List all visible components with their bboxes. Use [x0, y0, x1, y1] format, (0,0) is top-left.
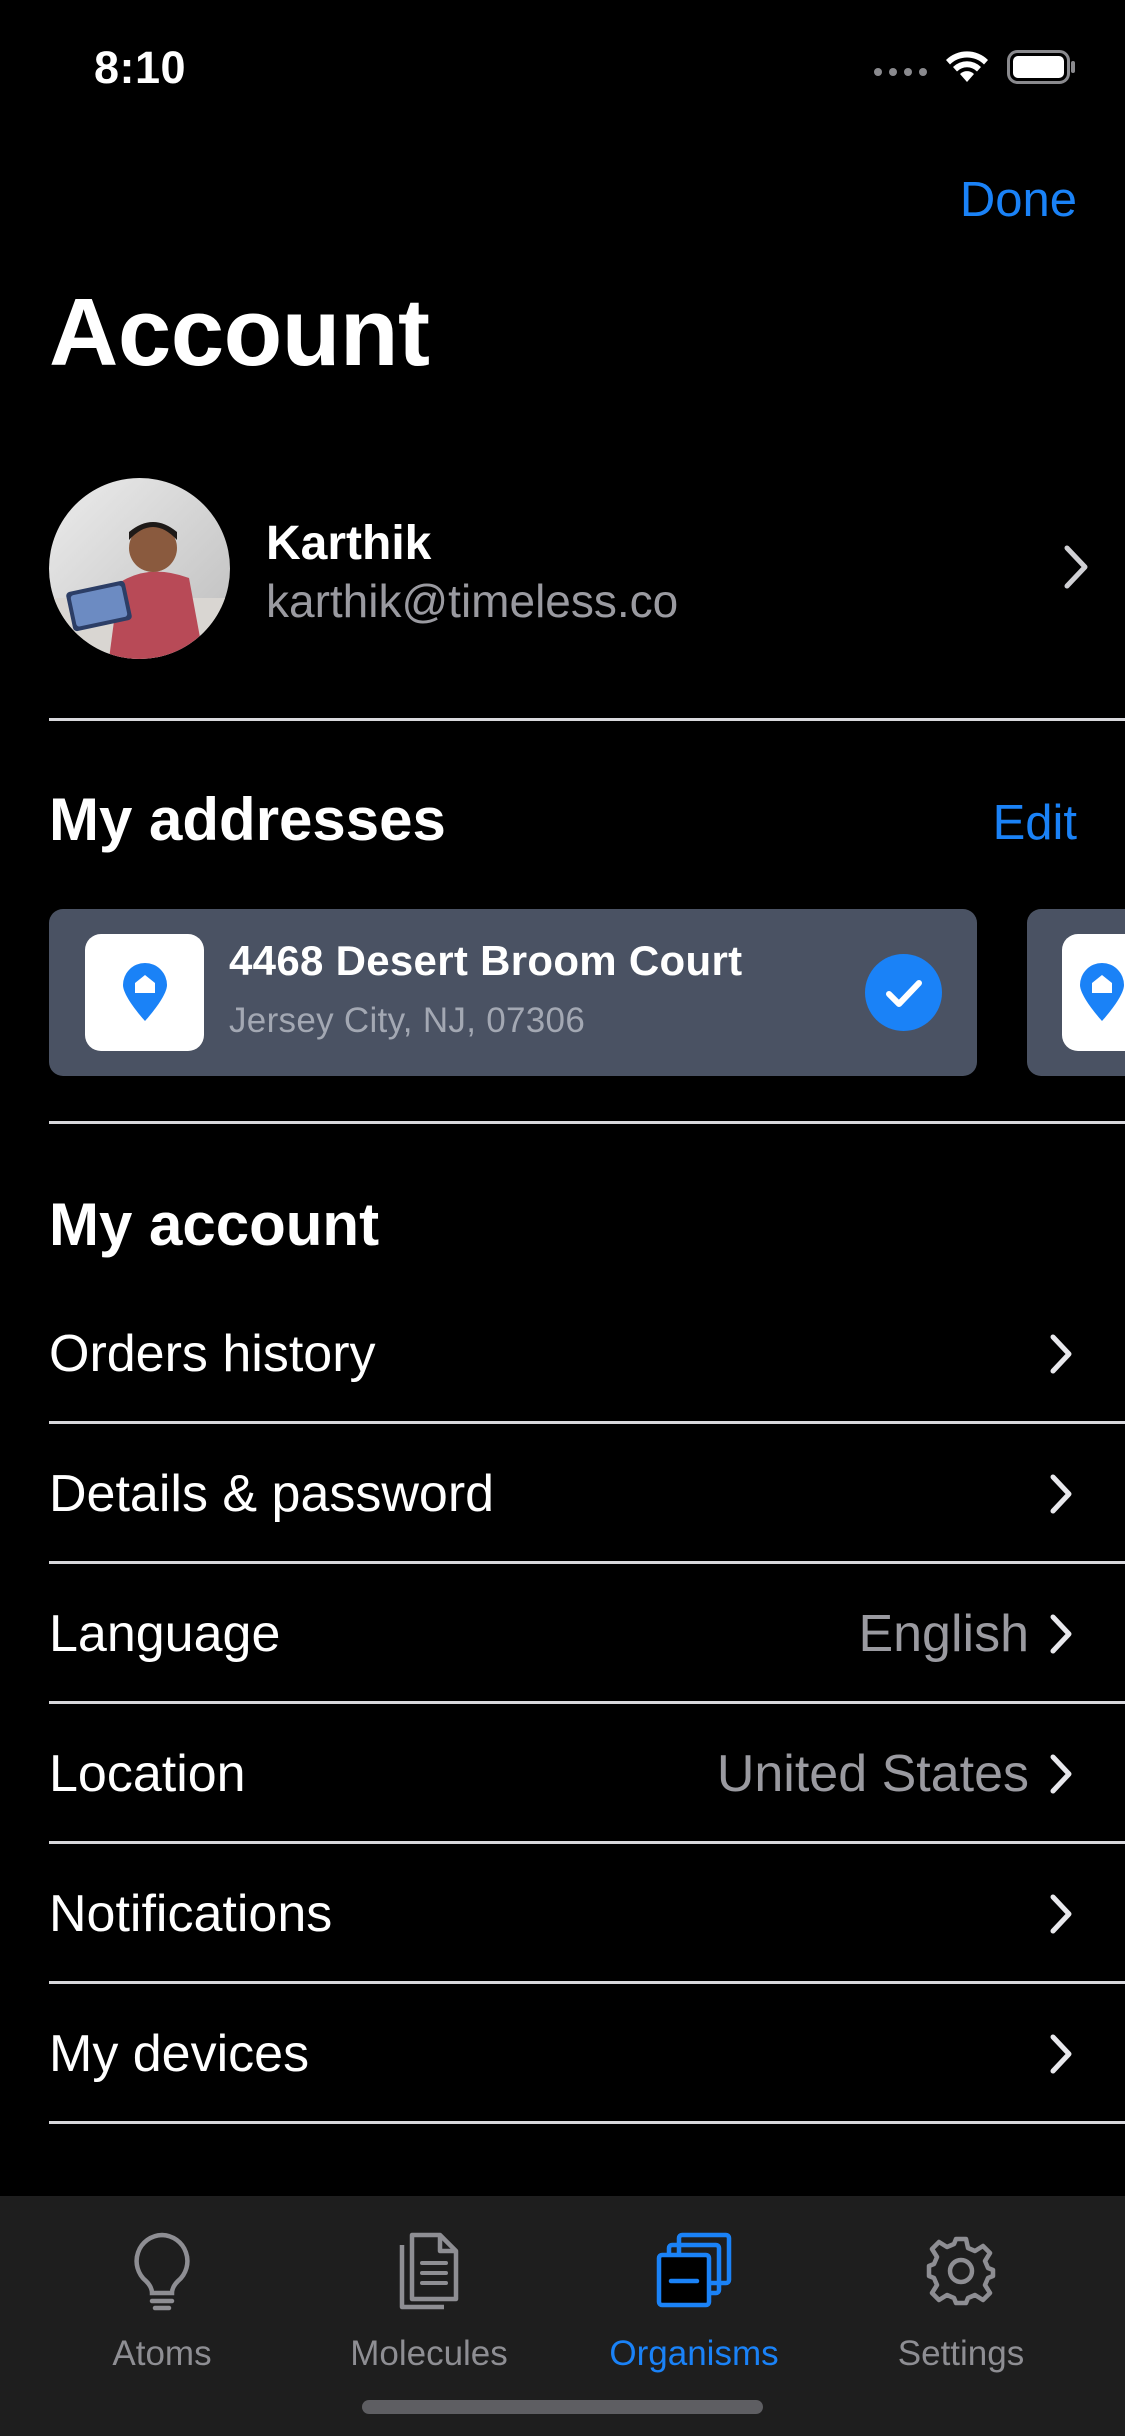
profile-email: karthik@timeless.co	[266, 575, 679, 627]
menu-item-location[interactable]: Location United States	[49, 1704, 1125, 1844]
address-card[interactable]: 4468 Desert Broom Court Jersey City, NJ,…	[49, 909, 977, 1076]
tab-atoms[interactable]: Atoms	[62, 2196, 262, 2396]
address-city: Jersey City, NJ, 07306	[229, 1001, 586, 1040]
divider	[49, 2121, 1125, 2124]
addresses-section-title: My addresses	[49, 786, 446, 853]
menu-item-label: Details & password	[49, 1465, 495, 1523]
home-pin-icon	[1079, 962, 1124, 1021]
chevron-right-icon	[1050, 1614, 1072, 1654]
chevron-right-icon	[1050, 2034, 1072, 2074]
battery-icon	[1007, 50, 1075, 84]
tab-label: Settings	[897, 2334, 1025, 2373]
chevron-right-icon	[1050, 1894, 1072, 1934]
status-icons	[874, 50, 1077, 84]
cellular-signal-icon	[874, 68, 927, 76]
home-indicator[interactable]	[362, 2400, 763, 2414]
done-button[interactable]: Done	[960, 172, 1077, 228]
selected-check-icon	[865, 954, 942, 1031]
menu-item-label: Language	[49, 1605, 281, 1663]
tab-molecules[interactable]: Molecules	[329, 2196, 529, 2396]
chevron-right-icon	[1064, 545, 1088, 589]
page-title: Account	[49, 279, 430, 386]
tab-label: Atoms	[112, 2334, 212, 2373]
menu-item-label: Location	[49, 1745, 246, 1803]
menu-item-my-devices[interactable]: My devices	[49, 1984, 1125, 2124]
wifi-icon	[946, 51, 988, 82]
edit-addresses-button[interactable]: Edit	[993, 795, 1077, 851]
status-bar: 8:10	[0, 0, 1125, 135]
menu-item-label: Orders history	[49, 1325, 376, 1383]
profile-name: Karthik	[266, 517, 432, 570]
profile-row[interactable]: Karthik karthik@timeless.co	[49, 478, 1089, 660]
menu-item-value: United States	[716, 1745, 1029, 1803]
divider	[49, 718, 1125, 721]
address-icon-tile	[85, 934, 204, 1051]
menu-item-language[interactable]: Language English	[49, 1564, 1125, 1704]
chevron-right-icon	[1050, 1754, 1072, 1794]
address-icon-tile	[1062, 934, 1125, 1051]
avatar	[49, 478, 230, 659]
gear-icon	[926, 2236, 996, 2306]
lightbulb-icon	[134, 2232, 190, 2311]
status-time: 8:10	[94, 42, 187, 93]
document-icon	[399, 2232, 459, 2310]
menu-item-value: English	[858, 1605, 1029, 1663]
stack-icon	[656, 2232, 732, 2308]
tab-organisms[interactable]: Organisms	[594, 2196, 794, 2396]
home-pin-icon	[122, 962, 167, 1021]
tab-settings[interactable]: Settings	[861, 2196, 1061, 2396]
divider	[49, 1121, 1125, 1124]
tab-label: Organisms	[609, 2334, 779, 2373]
chevron-right-icon	[1050, 1334, 1072, 1374]
menu-item-label: Notifications	[49, 1885, 333, 1943]
tab-label: Molecules	[350, 2334, 508, 2373]
chevron-right-icon	[1050, 1474, 1072, 1514]
account-section-title: My account	[49, 1191, 380, 1258]
menu-item-notifications[interactable]: Notifications	[49, 1844, 1125, 1984]
menu-item-label: My devices	[49, 2025, 310, 2083]
menu-item-details-password[interactable]: Details & password	[49, 1424, 1125, 1564]
menu-item-orders-history[interactable]: Orders history	[49, 1284, 1125, 1424]
address-street: 4468 Desert Broom Court	[229, 937, 743, 984]
address-card-next[interactable]	[1027, 909, 1125, 1076]
